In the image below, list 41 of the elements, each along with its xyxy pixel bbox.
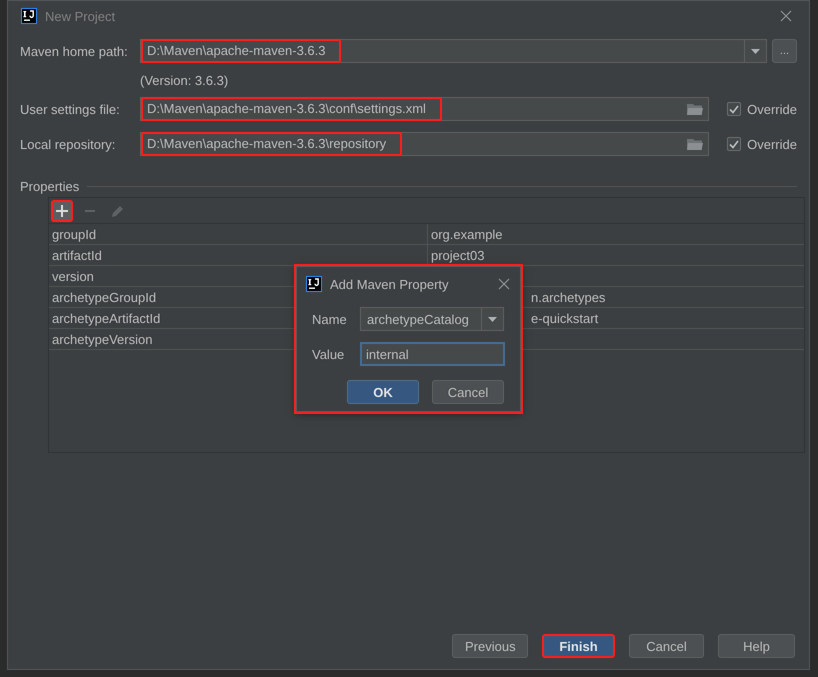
field-label: Value: [312, 346, 346, 362]
browse-button[interactable]: ...: [772, 39, 797, 63]
path-combo-box[interactable]: D:\Maven\apache-maven-3.6.3: [140, 39, 767, 63]
field-label: User settings file:: [20, 102, 121, 116]
table-cell: groupId: [49, 224, 428, 244]
app-logo-icon: [21, 8, 37, 24]
table-cell: org.example: [431, 226, 503, 242]
path-field[interactable]: D:\Maven\apache-maven-3.6.3\repository: [140, 132, 709, 156]
table-cell: n.archetypes: [531, 290, 606, 304]
path-field[interactable]: D:\Maven\apache-maven-3.6.3\conf\settings.xml: [140, 97, 709, 121]
pencil-icon: [111, 204, 125, 218]
close-icon[interactable]: [498, 278, 510, 290]
wizard-button[interactable]: Finish: [542, 634, 615, 658]
field-label: Name: [312, 312, 348, 326]
checkbox[interactable]: [727, 137, 742, 151]
app-logo-icon: [306, 276, 322, 292]
field-label: Maven home path:: [20, 44, 129, 58]
minus-icon: [85, 210, 95, 212]
checkbox-label: Override: [747, 102, 797, 116]
folder-icon[interactable]: [687, 138, 703, 150]
version-note: (Version: 3.6.3): [140, 73, 228, 88]
table-cell: project03: [431, 248, 484, 262]
field-label: Local repository:: [20, 136, 116, 152]
wizard-button[interactable]: Help: [718, 634, 795, 658]
checkbox[interactable]: [727, 102, 742, 116]
value-input-field[interactable]: internal: [360, 342, 505, 366]
wizard-button[interactable]: Previous: [452, 634, 528, 658]
table-cell: e-quickstart: [531, 310, 598, 326]
name-combo-box[interactable]: archetypeCatalog: [360, 307, 504, 331]
plus-icon: [56, 204, 68, 216]
checkbox-label: Override: [747, 136, 797, 152]
close-icon[interactable]: [780, 10, 792, 22]
add-button[interactable]: [51, 200, 73, 222]
folder-icon[interactable]: [687, 102, 703, 116]
section-title: Properties: [20, 178, 80, 194]
dialog-button[interactable]: Cancel: [432, 380, 504, 404]
wizard-button[interactable]: Cancel: [629, 634, 704, 658]
dropdown-arrow-icon: [751, 48, 760, 54]
dialog-button[interactable]: OK: [347, 380, 419, 404]
window-title: New Project: [45, 8, 116, 24]
dropdown-arrow-icon: [488, 316, 497, 322]
